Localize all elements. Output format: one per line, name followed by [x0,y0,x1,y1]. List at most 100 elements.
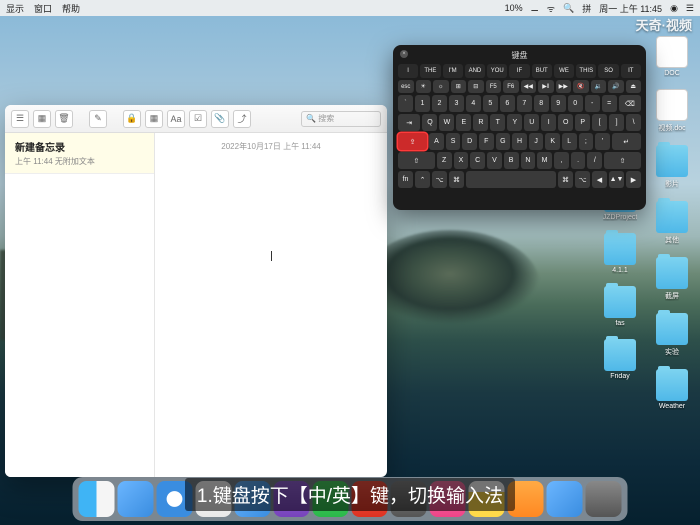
search-icon[interactable]: 🔍 [563,3,574,14]
keyboard-titlebar[interactable]: × 键盘 [396,48,643,62]
search-input[interactable]: 🔍 搜索 [301,111,381,127]
key-⊞[interactable]: ⊞ [451,80,467,93]
desktop-icon[interactable]: 4.1.1 [596,233,644,274]
key-BUT[interactable]: BUT [532,64,552,78]
sidebar-toggle-icon[interactable]: ☰ [11,110,29,128]
desktop-icon[interactable]: 视频.doc [648,89,696,133]
key-🔊[interactable]: 🔊 [608,80,624,93]
key-↵[interactable]: ↵ [612,133,641,150]
key-⇧[interactable]: ⇧ [604,152,641,169]
key-I'M[interactable]: I'M [443,64,463,78]
key-THIS[interactable]: THIS [576,64,596,78]
desktop-icon[interactable]: fas [596,286,644,327]
key-⏏[interactable]: ⏏ [626,80,642,93]
key-Q[interactable]: Q [422,114,437,131]
key-7[interactable]: 7 [517,95,532,112]
desktop-icon[interactable]: DOC [648,36,696,77]
key-⌥[interactable]: ⌥ [432,171,447,188]
note-list-item[interactable]: 新建备忘录 上午 11:44 无附加文本 [5,133,154,174]
key-N[interactable]: N [521,152,536,169]
key-5[interactable]: 5 [483,95,498,112]
key-D[interactable]: D [462,133,477,150]
key-esc[interactable]: esc [398,80,414,93]
key-0[interactable]: 0 [568,95,583,112]
dock-messages[interactable] [313,481,349,517]
dock-finder[interactable] [79,481,115,517]
key-AND[interactable]: AND [465,64,485,78]
key-⌘[interactable]: ⌘ [558,171,573,188]
key-⊟[interactable]: ⊟ [468,80,484,93]
key-▲▼[interactable]: ▲▼ [609,171,624,188]
key-6[interactable]: 6 [500,95,515,112]
wifi-icon[interactable]: ᯤ [547,2,555,15]
key-🔇[interactable]: 🔇 [573,80,589,93]
key-⇪[interactable]: ⇪ [398,133,427,150]
key-T[interactable]: T [490,114,505,131]
key-▶‖[interactable]: ▶‖ [538,80,554,93]
desktop-icon[interactable]: 其他 [648,201,696,245]
table-icon[interactable]: ▦ [145,110,163,128]
clock[interactable]: 周一 上午 11:45 [599,2,662,15]
key-SO[interactable]: SO [598,64,618,78]
battery-status[interactable]: 10% [505,3,523,13]
close-icon[interactable]: × [400,50,408,58]
dock-settings[interactable] [586,481,622,517]
key-/[interactable]: / [587,152,602,169]
key-=[interactable]: = [602,95,617,112]
dock-reminders[interactable] [508,481,544,517]
key-S[interactable]: S [446,133,461,150]
dock-safari[interactable] [157,481,193,517]
key-.[interactable]: . [571,152,586,169]
key-E[interactable]: E [456,114,471,131]
key-🔉[interactable]: 🔉 [591,80,607,93]
key-[[interactable]: [ [592,114,607,131]
key-▶▶[interactable]: ▶▶ [556,80,572,93]
desktop-icon[interactable]: Weather [648,369,696,410]
key-Z[interactable]: Z [437,152,452,169]
key-▶[interactable]: ▶ [626,171,641,188]
key-F6[interactable]: F6 [503,80,519,93]
new-note-icon[interactable]: ✎ [89,110,107,128]
key-P[interactable]: P [575,114,590,131]
lock-icon[interactable]: 🔒 [123,110,141,128]
key-space[interactable] [466,171,556,188]
dock-photos[interactable] [274,481,310,517]
key-2[interactable]: 2 [432,95,447,112]
share-icon[interactable]: ⤴ [233,110,251,128]
key-F5[interactable]: F5 [486,80,502,93]
key-3[interactable]: 3 [449,95,464,112]
key-◀[interactable]: ◀ [592,171,607,188]
key-L[interactable]: L [562,133,577,150]
key-W[interactable]: W [439,114,454,131]
key-⇧[interactable]: ⇧ [398,152,435,169]
key-9[interactable]: 9 [551,95,566,112]
attach-icon[interactable]: 📎 [211,110,229,128]
key-V[interactable]: V [487,152,502,169]
key-⌥[interactable]: ⌥ [575,171,590,188]
key-☼[interactable]: ☼ [433,80,449,93]
key-K[interactable]: K [545,133,560,150]
key-U[interactable]: U [524,114,539,131]
key-O[interactable]: O [558,114,573,131]
dock-contacts[interactable] [391,481,427,517]
dock-music[interactable] [430,481,466,517]
key--[interactable]: - [585,95,600,112]
key-⇥[interactable]: ⇥ [398,114,420,131]
key-F[interactable]: F [479,133,494,150]
ime-status[interactable]: 拼 [582,2,591,15]
menu-display[interactable]: 显示 [6,2,24,15]
key-R[interactable]: R [473,114,488,131]
desktop-icon[interactable]: Friday [596,339,644,380]
key-Y[interactable]: Y [507,114,522,131]
dock-calendar[interactable] [352,481,388,517]
dock-appstore[interactable] [547,481,583,517]
key-J[interactable]: J [529,133,544,150]
key-IF[interactable]: IF [509,64,529,78]
notification-icon[interactable]: ☰ [686,3,694,14]
key-⌫[interactable]: ⌫ [619,95,641,112]
menu-window[interactable]: 窗口 [34,2,52,15]
key-1[interactable]: 1 [415,95,430,112]
key-⌘[interactable]: ⌘ [449,171,464,188]
key-I[interactable]: I [541,114,556,131]
key-][interactable]: ] [609,114,624,131]
